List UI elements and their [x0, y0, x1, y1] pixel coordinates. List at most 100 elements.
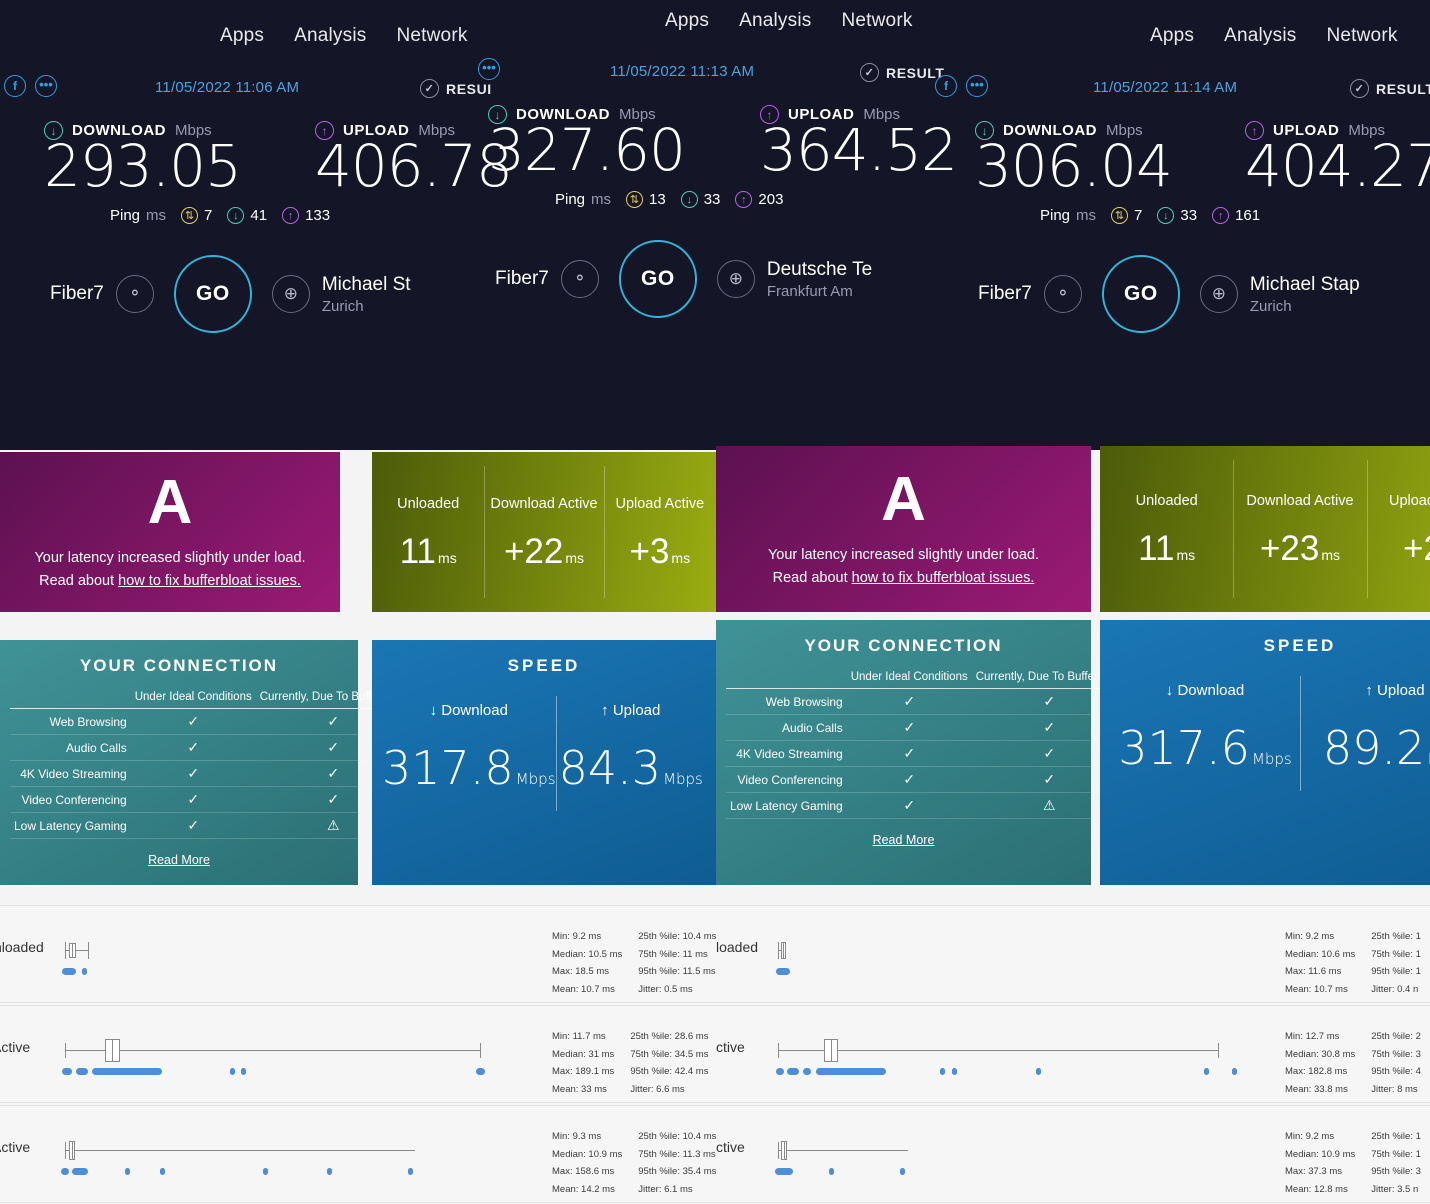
boxplot-row-unloaded-right: loaded Min: 9.2 ms Median: 10.6 ms Max: …	[716, 905, 1430, 1003]
whisker-cap-min	[65, 1043, 66, 1058]
latency-value-unloaded-2: 11	[1138, 528, 1175, 568]
facebook-icon[interactable]: f	[935, 75, 957, 97]
boxplot-upload-left	[60, 1134, 500, 1180]
nav-analysis[interactable]: Analysis	[739, 10, 811, 32]
stat-max: Max: 37.3 ms	[1285, 1166, 1343, 1178]
boxplot-download-left	[60, 1034, 500, 1080]
stat-min: Min: 9.3 ms	[552, 1131, 602, 1142]
server-party-3[interactable]: ⊕ Michael Stap Zurich	[1199, 273, 1360, 315]
stats-col-right: 25th %ile: 1 75th %ile: 1 95th %ile: 1 J…	[1371, 928, 1421, 998]
ping-label: Ping	[1040, 207, 1071, 224]
server-party-1[interactable]: ⊕ Michael St Zurich	[271, 273, 411, 315]
latency-unit: ms	[438, 549, 457, 566]
go-button-1[interactable]: GO	[173, 255, 252, 333]
speedtest-dark-band: Apps Analysis Network f ••• 11/05/2022 1…	[0, 0, 1430, 450]
ping-row-2: Ping ms ⇅ 13 ↓ 33 ↑ 203	[555, 191, 783, 208]
server-party-2[interactable]: ⊕ Deutsche Te Frankfurt Am	[716, 259, 872, 300]
stat-jitter: Jitter: 3.5 n	[1371, 1183, 1419, 1195]
table-row: Audio Calls ✓ ✓	[10, 734, 411, 761]
upload-metric-3: ↑ UPLOAD Mbps 404.27	[1245, 121, 1430, 196]
stat-p75: 75th %ile: 11 ms	[638, 948, 708, 960]
download-value-3: 306.04	[975, 132, 1173, 200]
latency-col-upload-2: Upload Active +2ms	[1366, 446, 1430, 612]
stat-mean: Mean: 10.7 ms	[552, 983, 615, 995]
stat-min: Min: 9.2 ms	[1285, 931, 1335, 942]
isp-party-3[interactable]: Fiber7 ⚬	[978, 275, 1082, 313]
grade-line1-2: Your latency increased slightly under lo…	[767, 547, 1040, 564]
row-label: Audio Calls	[726, 714, 847, 741]
latency-value-download-2: +23	[1259, 528, 1320, 568]
speed-download-label: ↓ Download	[1165, 682, 1245, 699]
scatter-dot	[241, 1068, 246, 1075]
stats-col-left: Min: 9.2 ms Median: 10.6 ms Max: 11.6 ms…	[1285, 928, 1355, 998]
nav-network[interactable]: Network	[396, 25, 467, 47]
nav-apps[interactable]: Apps	[665, 10, 709, 32]
scatter-dot	[92, 1068, 162, 1075]
latency-value-upload-1: +3	[629, 531, 670, 571]
scatter-dot	[327, 1168, 332, 1175]
read-more-link-2[interactable]: Read More	[726, 833, 1081, 847]
latency-header-upload: Upload Active	[615, 495, 705, 512]
go-area-1: Fiber7 ⚬ GO ⊕ Michael St Zurich	[50, 255, 411, 333]
ping-jitter-1: 7	[204, 207, 213, 224]
facebook-icon[interactable]: f	[4, 75, 26, 97]
person-icon: ⚬	[560, 260, 599, 298]
ping-upload-2: 203	[758, 191, 784, 208]
scatter-dot	[408, 1168, 413, 1175]
speed-upload-unit: Mbps	[663, 770, 703, 788]
stat-max: Max: 189.1 ms	[552, 1066, 615, 1078]
isp-party-1[interactable]: Fiber7 ⚬	[50, 275, 154, 313]
nav-apps[interactable]: Apps	[220, 25, 264, 47]
nav-analysis[interactable]: Analysis	[1224, 25, 1296, 47]
more-icon[interactable]: •••	[966, 75, 988, 97]
scatter-dot	[900, 1168, 905, 1175]
stats-col-right: 25th %ile: 28.6 ms 75th %ile: 34.5 ms 95…	[630, 1028, 708, 1098]
speed-download-1: ↓ Download 317.8 Mbps	[382, 702, 556, 791]
nav-apps[interactable]: Apps	[1150, 25, 1194, 47]
speed-title-1: SPEED	[507, 656, 581, 675]
nav-analysis[interactable]: Analysis	[294, 25, 366, 47]
scatter-dot	[160, 1168, 165, 1175]
server-name-1: Michael St	[321, 273, 411, 295]
nav-network[interactable]: Network	[841, 10, 912, 32]
upload-value-2: 364.52	[760, 116, 958, 184]
results-label-3: RESULTS	[1376, 80, 1430, 97]
whisker-cap-min	[778, 942, 779, 959]
latency-col-unloaded-1: Unloaded 11 ms	[372, 452, 484, 612]
nav-panel-1: Apps Analysis Network	[220, 25, 468, 47]
stat-p95: 95th %ile: 35.4 ms	[638, 1166, 717, 1178]
table-row: 4K Video Streaming ✓ ✓	[726, 740, 1127, 767]
speed-upload-label: ↑ Upload	[1365, 682, 1425, 699]
ping-unit: ms	[1076, 207, 1097, 224]
table-row: Low Latency Gaming ✓ ⚠	[10, 812, 411, 839]
check-icon: ✓	[860, 63, 879, 82]
isp-name-1: Fiber7	[50, 283, 104, 304]
go-button-3[interactable]: GO	[1101, 255, 1180, 333]
latency-distribution-section: nloaded Min: 9.2 ms Median: 10.5 ms Max:…	[0, 885, 1430, 1204]
ping-jitter-chip-3: ⇅ 7	[1111, 207, 1142, 224]
more-icon[interactable]: •••	[35, 75, 57, 97]
server-name-3: Michael Stap	[1249, 273, 1360, 295]
isp-party-2[interactable]: Fiber7 ⚬	[495, 260, 599, 298]
more-icon[interactable]: •••	[478, 58, 500, 80]
ideal-mark: ✓	[846, 740, 972, 767]
bufferbloat-link-1[interactable]: how to fix bufferbloat issues.	[118, 573, 301, 589]
bufferbloat-link-2[interactable]: how to fix bufferbloat issues.	[852, 570, 1035, 586]
latency-summary-card-1: Unloaded 11 ms Download Active +22 ms Uplo…	[372, 452, 716, 612]
globe-icon: ⊕	[1199, 275, 1238, 313]
boxplot-median	[831, 1039, 832, 1062]
grade-letter-1: A	[147, 468, 193, 538]
person-icon: ⚬	[1043, 275, 1082, 313]
go-button-2[interactable]: GO	[618, 240, 697, 318]
speedtest-panel-3: Apps Analysis Network f ••• 11/05/2022 1…	[930, 0, 1430, 450]
speed-upload-label: ↑ Upload	[601, 702, 661, 719]
boxplot-row-upload-left: Active Min: 9.3 ms	[0, 1105, 716, 1203]
results-button-3[interactable]: ✓ RESULTS	[1350, 79, 1430, 98]
speed-card-2: SPEED ↓ Download 317.6 Mbps ↑ Upload 89.2…	[1100, 620, 1430, 885]
ping-download-icon: ↓	[680, 191, 698, 208]
nav-network[interactable]: Network	[1326, 25, 1397, 47]
go-area-2: Fiber7 ⚬ GO ⊕ Deutsche Te Frankfurt Am	[495, 240, 872, 318]
ping-upload-chip-3: ↑ 161	[1212, 207, 1260, 224]
read-more-link-1[interactable]: Read More	[10, 853, 348, 867]
table-header-row: Under Ideal Conditions Currently, Due To…	[10, 689, 411, 709]
